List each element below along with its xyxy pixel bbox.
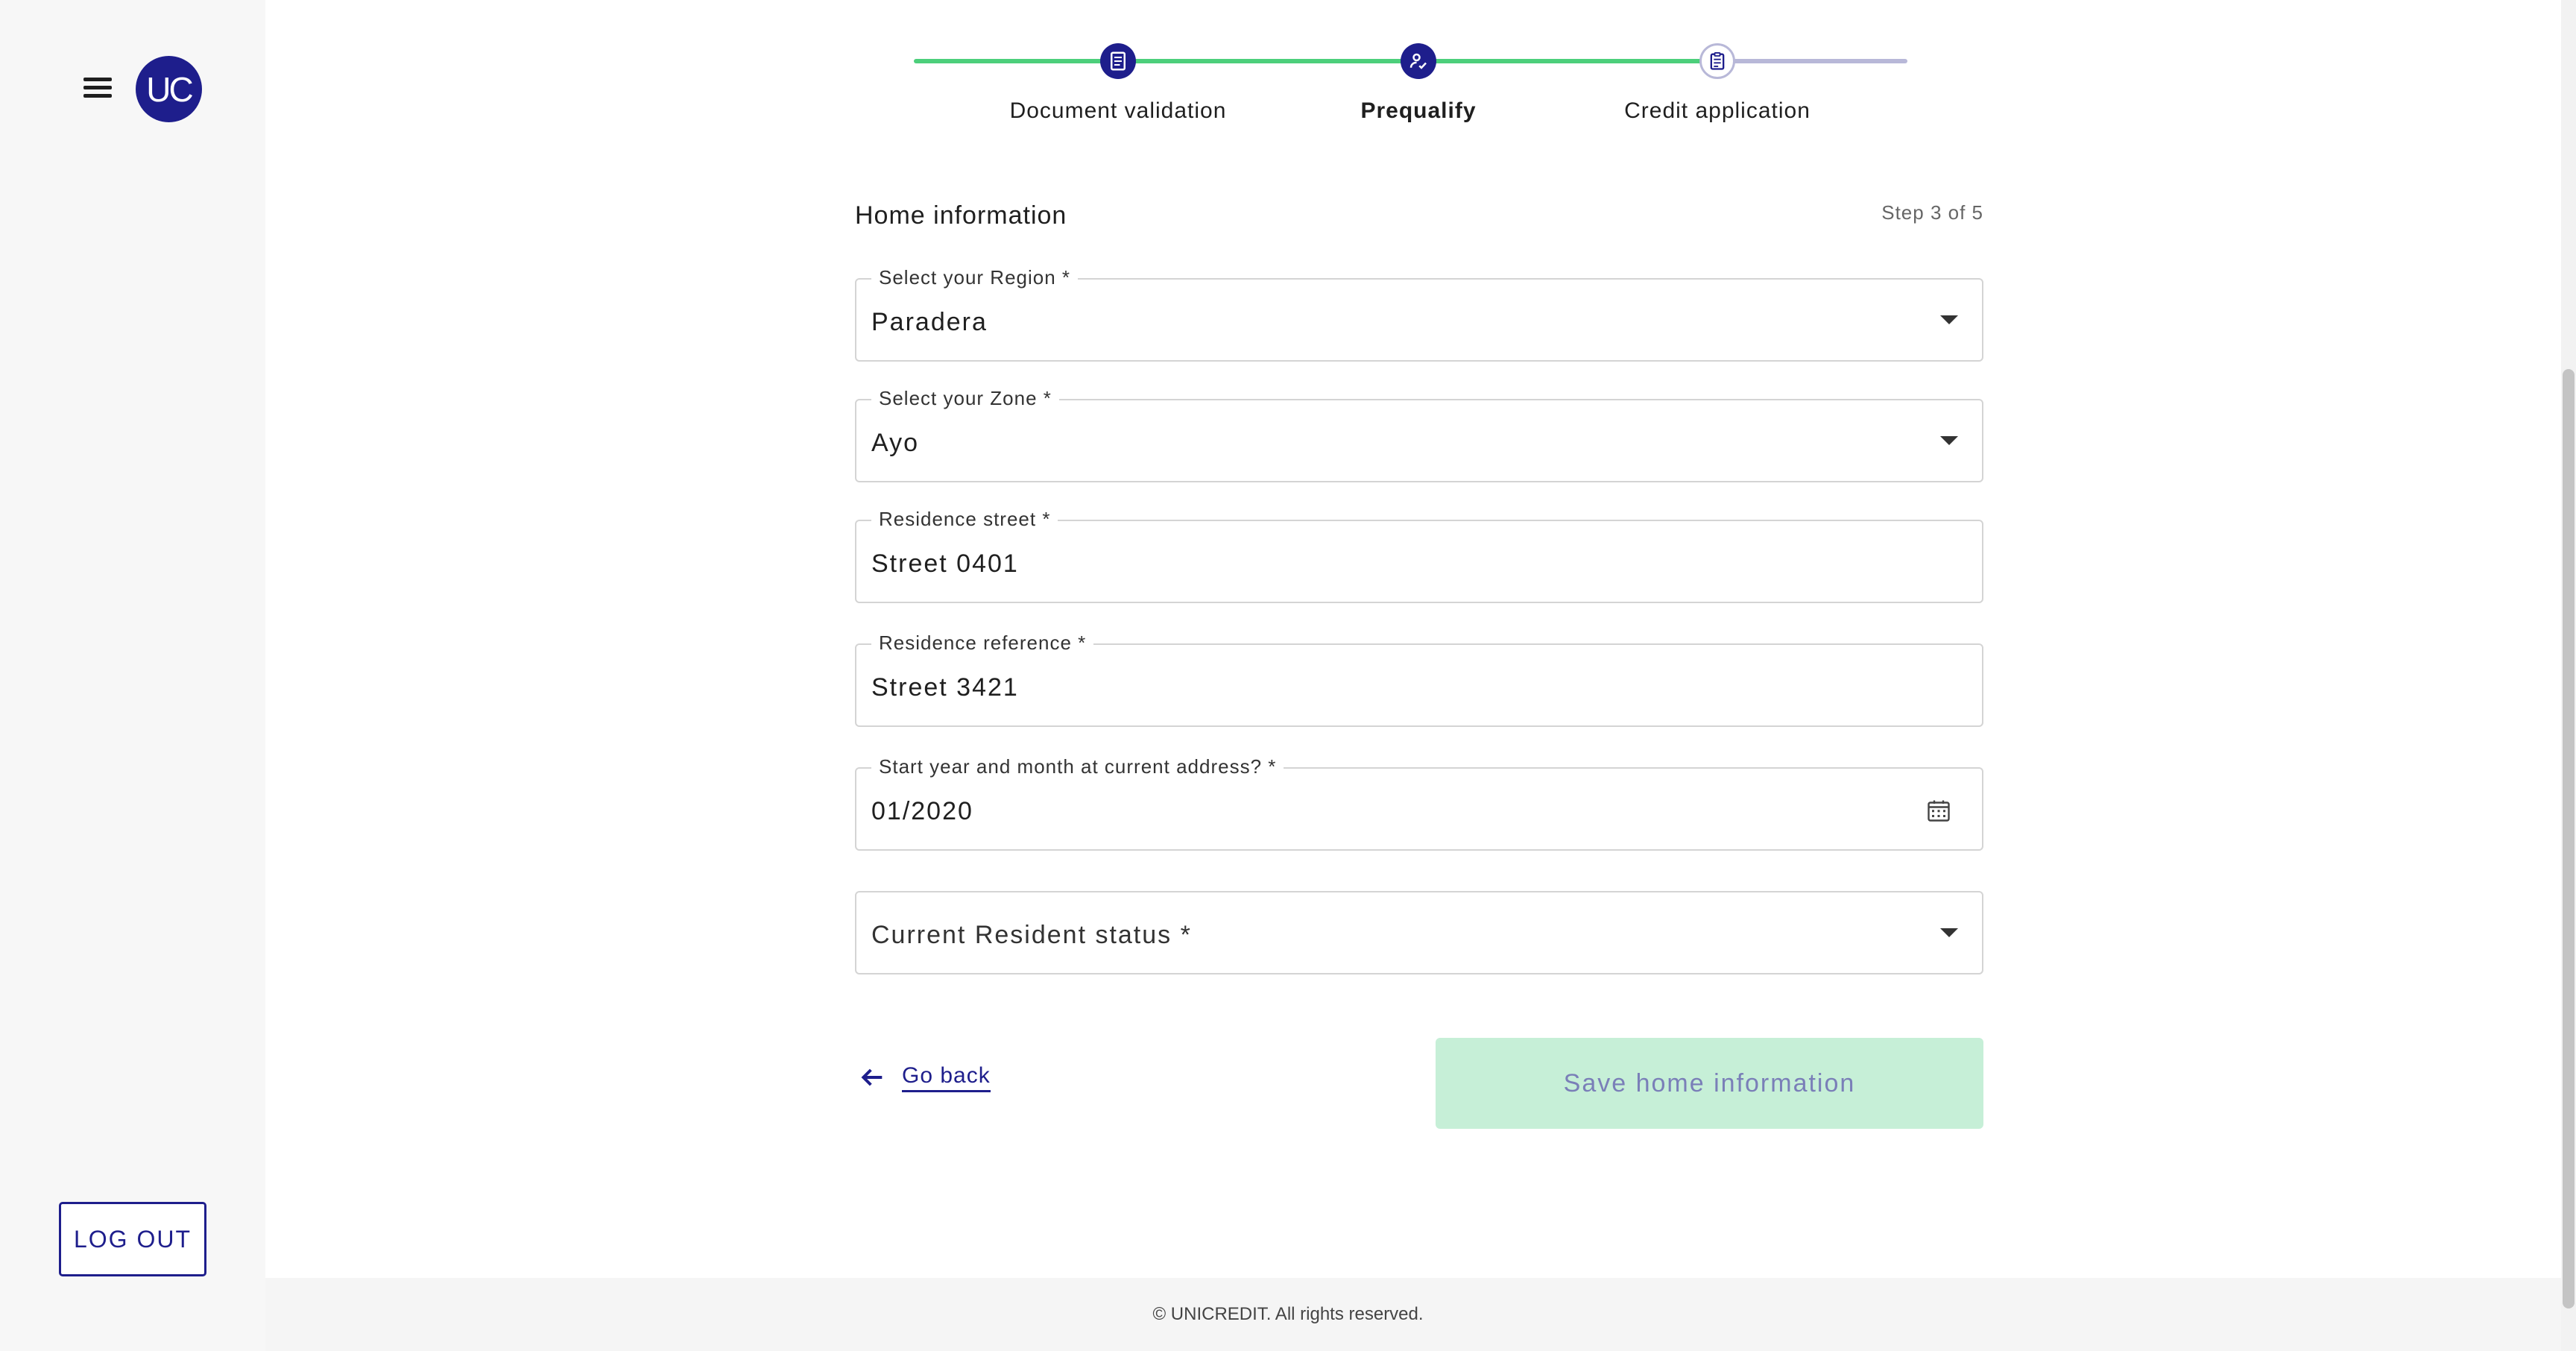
residence-street-value: Street 0401 [871,549,1019,578]
copyright-text: © UNICREDIT. All rights reserved. [1152,1304,1424,1324]
resident-status-select[interactable]: Current Resident status * [855,891,1983,974]
progress-stepper: Document validation Prequalify Credit ap… [914,0,1924,134]
step-label-document-validation: Document validation [1009,98,1227,123]
start-date-label: Start year and month at current address?… [871,755,1284,778]
resident-status-placeholder: Current Resident status * [871,921,1192,949]
region-select-label: Select your Region * [871,266,1079,289]
sidebar: UC LOG OUT [0,0,265,1351]
residence-street-label: Residence street * [871,508,1058,531]
residence-reference-input[interactable]: Residence reference * Street 3421 [855,632,1983,727]
arrow-left-icon[interactable] [857,1062,887,1092]
signature-icon [1401,43,1436,79]
avatar[interactable]: UC [136,56,202,122]
scrollbar[interactable] [2561,0,2576,1351]
residence-street-input[interactable]: Residence street * Street 0401 [855,508,1983,603]
app-root: UC LOG OUT Document validation Prequalif… [0,0,2576,1351]
form-title: Home information [855,201,1067,230]
start-date-input[interactable]: Start year and month at current address?… [855,755,1983,851]
go-back-link[interactable]: Go back [857,1059,991,1096]
chevron-down-icon[interactable] [1940,436,1958,445]
footer: © UNICREDIT. All rights reserved. [265,1278,2576,1351]
zone-select[interactable]: Select your Zone * Ayo [855,387,1983,482]
zone-select-label: Select your Zone * [871,387,1059,410]
hamburger-menu-icon[interactable] [80,73,116,103]
stepper-track-completed [914,59,1717,63]
go-back-label[interactable]: Go back [902,1063,991,1092]
logout-button[interactable]: LOG OUT [59,1202,206,1276]
chevron-down-icon[interactable] [1940,315,1958,324]
step-label-credit-application: Credit application [1624,98,1811,123]
scrollbar-thumb[interactable] [2563,369,2575,1309]
zone-select-value: Ayo [871,429,919,457]
save-home-information-button[interactable]: Save home information [1436,1038,1983,1129]
clipboard-icon [1699,43,1735,79]
step-counter: Step 3 of 5 [1881,201,1983,224]
stepper-track-pending [1717,59,1907,63]
chevron-down-icon[interactable] [1940,928,1958,937]
document-icon [1100,43,1136,79]
calendar-icon[interactable] [1925,797,1952,824]
start-date-value: 01/2020 [871,797,973,825]
region-select[interactable]: Select your Region * Paradera [855,266,1983,362]
step-label-prequalify: Prequalify [1360,98,1477,123]
region-select-value: Paradera [871,308,988,336]
residence-reference-value: Street 3421 [871,673,1019,702]
residence-reference-label: Residence reference * [871,632,1094,655]
